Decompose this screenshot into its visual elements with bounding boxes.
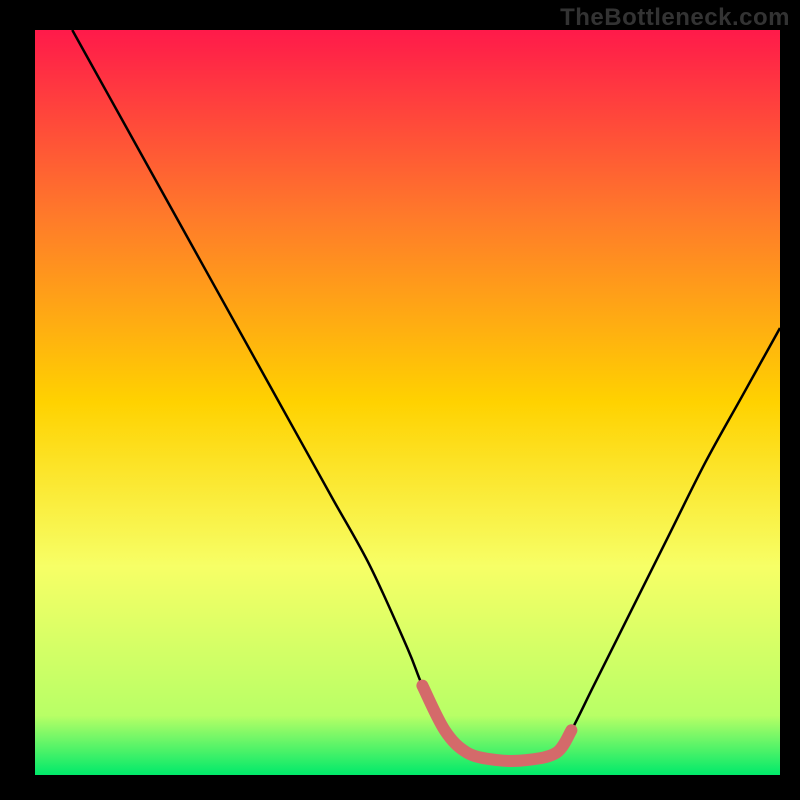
- watermark-text: TheBottleneck.com: [560, 4, 790, 32]
- plot-background: [35, 30, 780, 775]
- chart-frame: TheBottleneck.com: [0, 0, 800, 800]
- chart-canvas: [0, 0, 800, 800]
